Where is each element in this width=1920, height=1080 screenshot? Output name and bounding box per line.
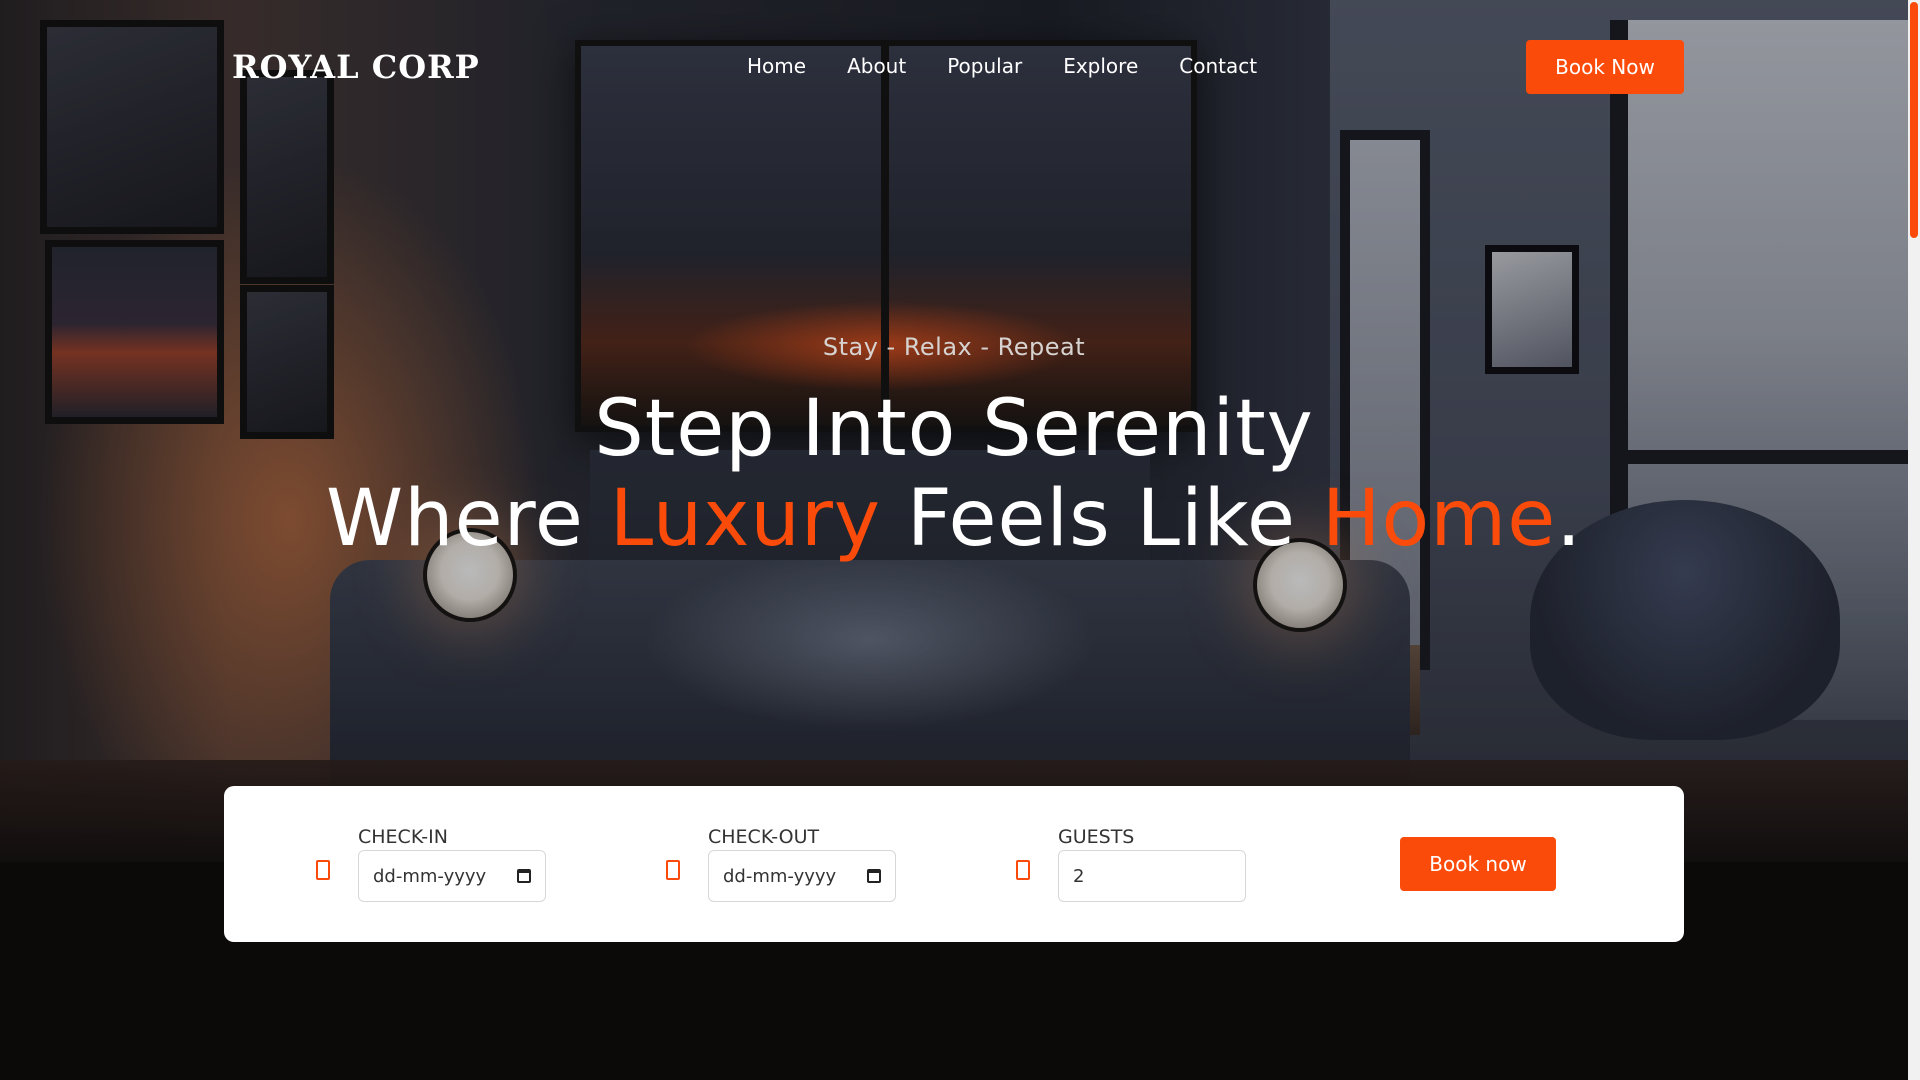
headline-text: Where [326,474,610,564]
book-now-button[interactable]: Book Now [1526,40,1684,94]
user-icon [1016,860,1030,880]
nav-about[interactable]: About [847,54,906,78]
scrollbar-thumb[interactable] [1910,2,1918,238]
headline-accent-luxury: Luxury [609,474,882,564]
check-in-date-input[interactable]: dd-mm-yyyy [358,850,546,902]
guests-input[interactable]: 2 [1058,850,1246,902]
book-now-submit-button[interactable]: Book now [1400,837,1556,891]
headline-text: Feels Like [881,474,1322,564]
hero-tagline: Stay - Relax - Repeat [822,333,1086,361]
booking-card: CHECK-IN dd-mm-yyyy CHECK-OUT dd-mm-yyyy… [224,786,1684,942]
nav-home[interactable]: Home [747,54,806,78]
nav-popular[interactable]: Popular [947,54,1022,78]
date-picker-icon[interactable] [517,869,531,883]
guests-label: GUESTS [1058,826,1135,848]
page-scrollbar[interactable] [1908,0,1920,1080]
headline-period: . [1556,474,1582,564]
check-out-placeholder: dd-mm-yyyy [723,865,837,887]
hero-headline-line2: Where Luxury Feels Like Home. [0,474,1908,564]
nav-explore[interactable]: Explore [1063,54,1138,78]
hero-headline-line1: Step Into Serenity [594,384,1314,474]
main-nav: Home About Popular Explore Contact [747,54,1298,78]
headline-accent-home: Home [1321,474,1557,564]
date-picker-icon[interactable] [867,869,881,883]
brand-logo[interactable]: ROYAL CORP [232,48,480,86]
calendar-icon [666,860,680,880]
check-in-label: CHECK-IN [358,826,448,848]
guests-value: 2 [1073,865,1085,887]
calendar-icon [316,860,330,880]
nav-contact[interactable]: Contact [1179,54,1257,78]
check-out-date-input[interactable]: dd-mm-yyyy [708,850,896,902]
check-in-placeholder: dd-mm-yyyy [373,865,487,887]
check-out-label: CHECK-OUT [708,826,820,848]
